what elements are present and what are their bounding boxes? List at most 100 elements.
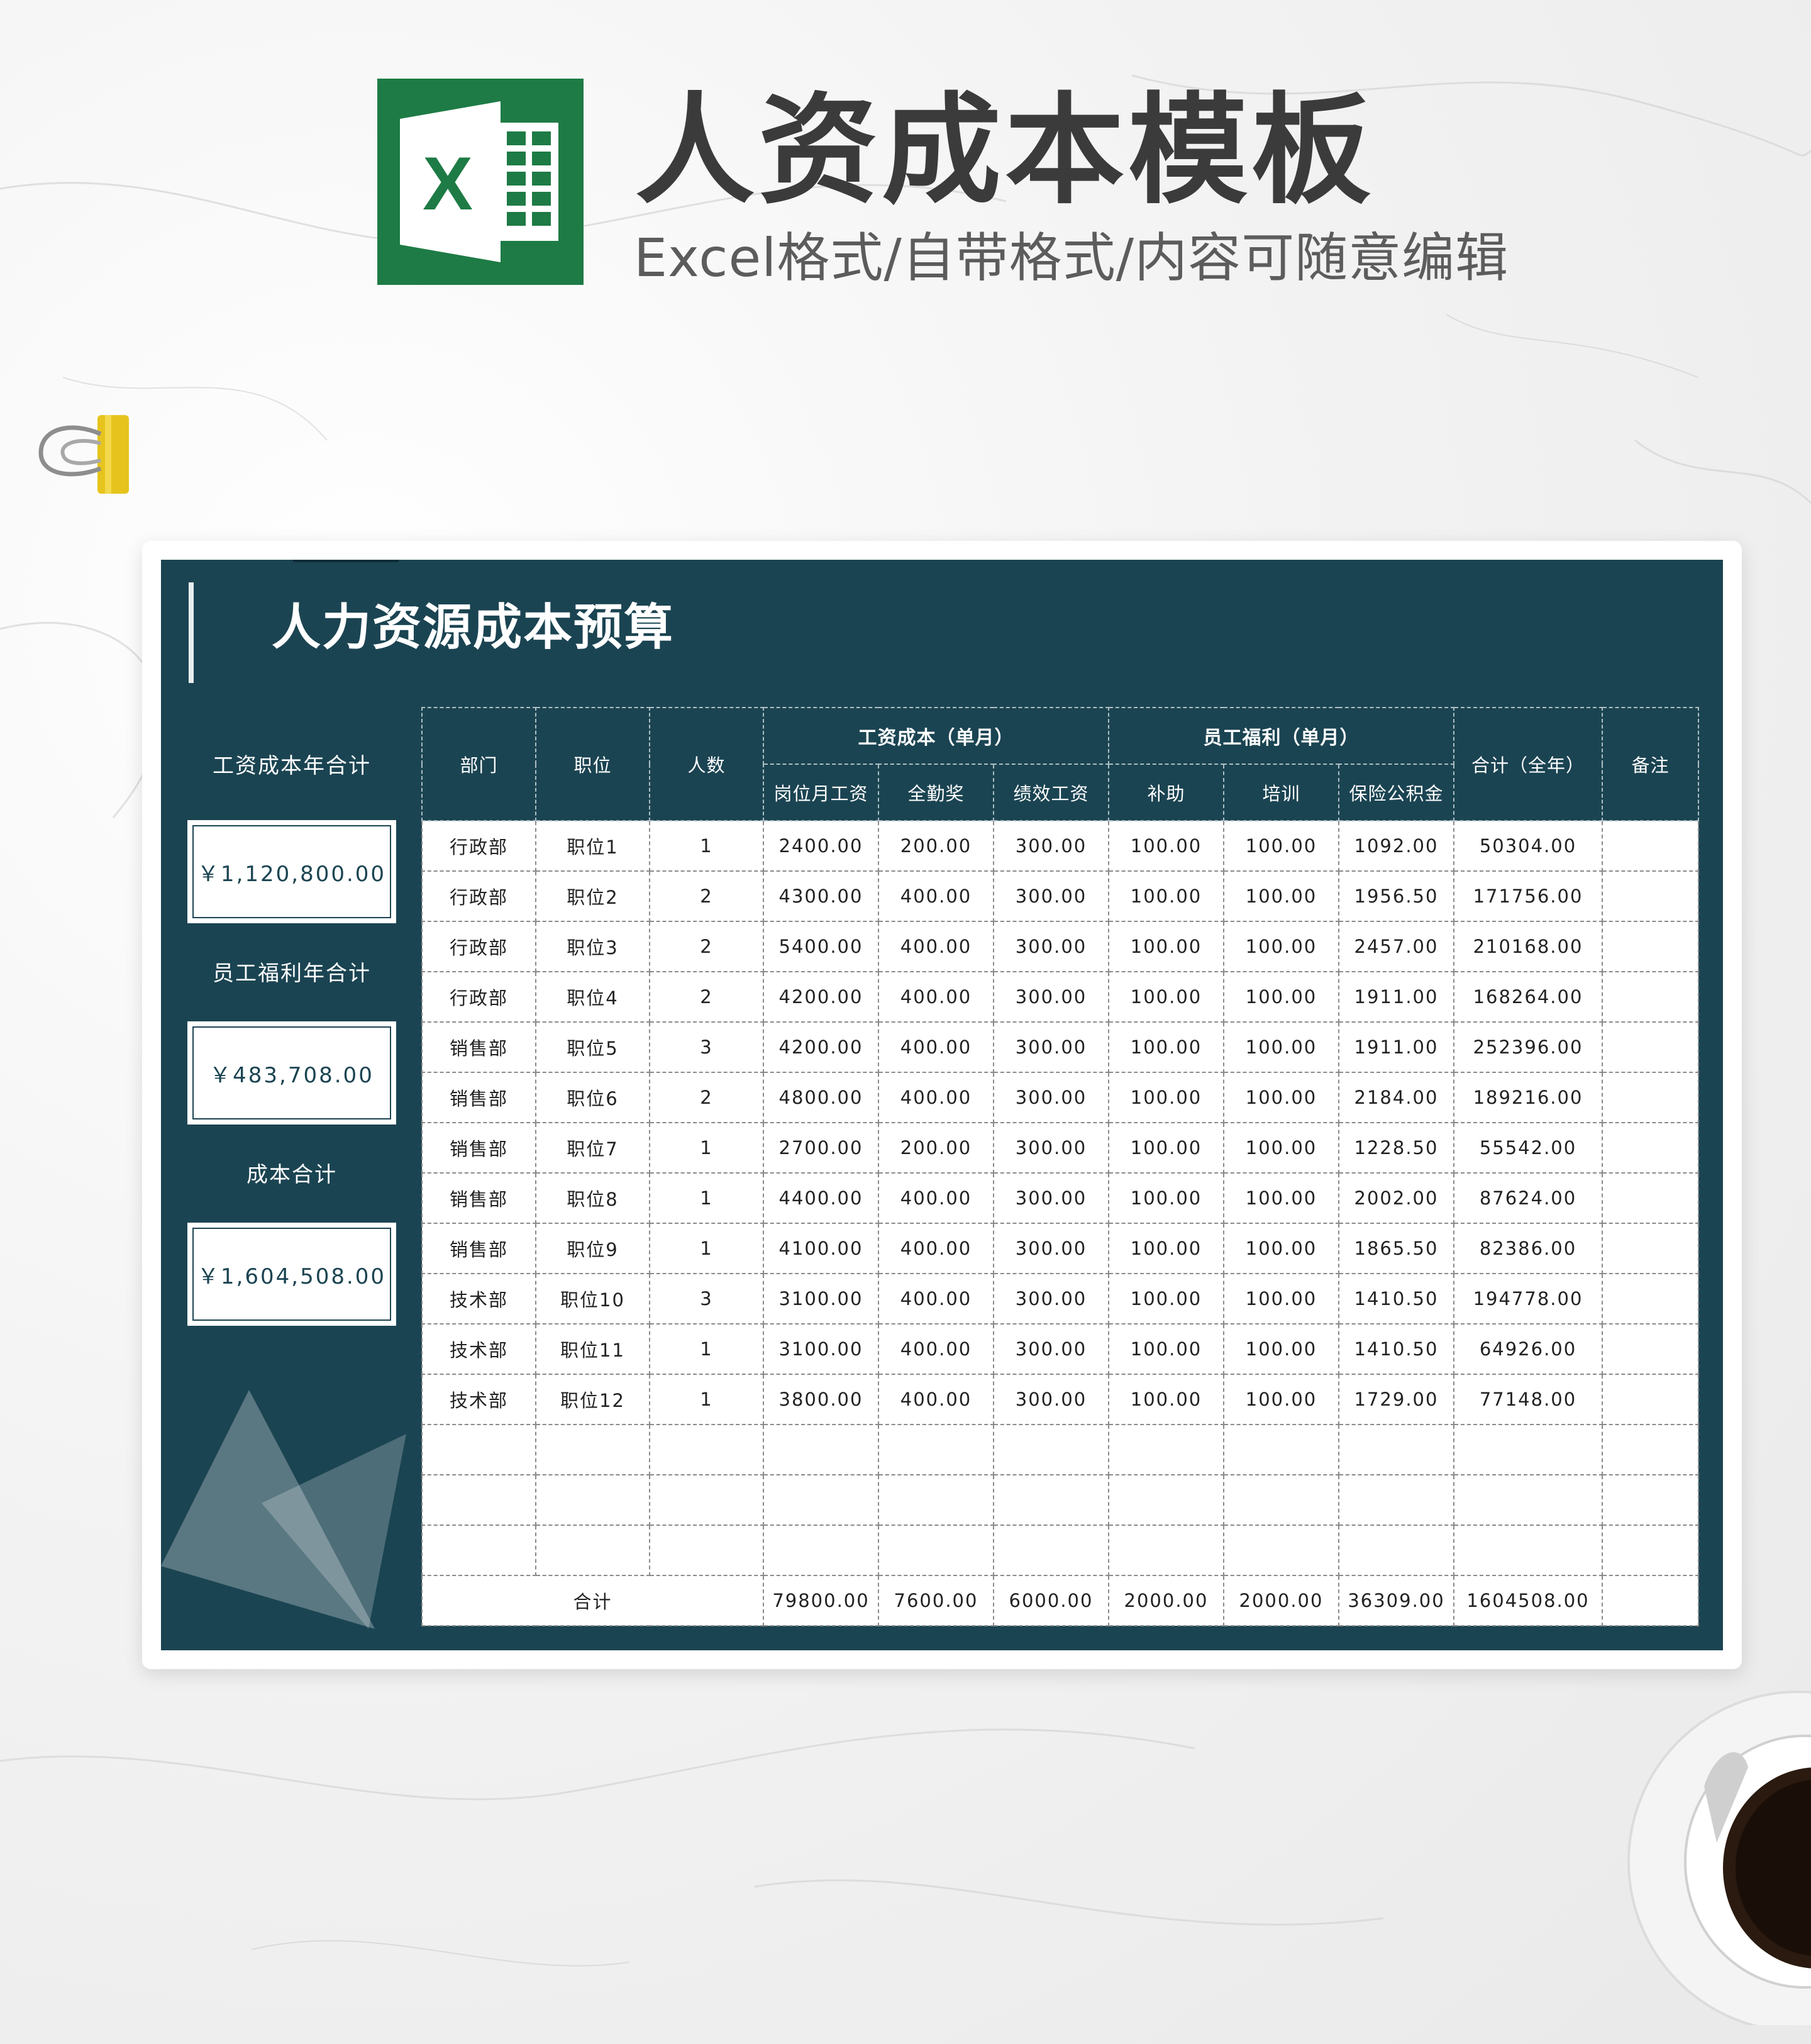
table-cell[interactable]: 400.00: [878, 921, 994, 972]
table-cell[interactable]: 400.00: [878, 1072, 994, 1123]
table-cell[interactable]: 300.00: [993, 1223, 1109, 1274]
table-cell[interactable]: 400.00: [878, 1021, 994, 1073]
table-cell[interactable]: 300.00: [993, 1122, 1109, 1174]
table-cell[interactable]: 销售部: [421, 1122, 536, 1174]
table-cell[interactable]: 3100.00: [763, 1323, 879, 1375]
table-cell[interactable]: 100.00: [1108, 1223, 1224, 1274]
table-cell[interactable]: 300.00: [993, 921, 1109, 972]
table-cell[interactable]: 技术部: [421, 1273, 536, 1325]
table-cell[interactable]: [1108, 1474, 1224, 1526]
table-cell[interactable]: 职位8: [535, 1172, 650, 1224]
table-cell[interactable]: 55542.00: [1453, 1122, 1603, 1174]
table-cell[interactable]: [1602, 1424, 1699, 1475]
table-cell[interactable]: 64926.00: [1453, 1323, 1603, 1375]
table-cell[interactable]: 252396.00: [1453, 1021, 1603, 1073]
table-cell[interactable]: 1: [649, 820, 764, 872]
table-cell[interactable]: [763, 1474, 879, 1526]
table-cell[interactable]: 100.00: [1223, 1223, 1339, 1274]
table-cell[interactable]: 300.00: [993, 1273, 1109, 1325]
table-cell[interactable]: [763, 1525, 879, 1576]
table-cell[interactable]: 2184.00: [1338, 1072, 1454, 1123]
table-cell[interactable]: 1: [649, 1223, 764, 1274]
table-cell[interactable]: 职位5: [535, 1021, 650, 1073]
table-cell[interactable]: [1602, 1122, 1699, 1174]
table-cell[interactable]: 职位12: [535, 1374, 650, 1425]
table-cell[interactable]: [878, 1474, 994, 1526]
table-cell[interactable]: 4300.00: [763, 870, 879, 922]
table-cell[interactable]: [649, 1474, 764, 1526]
total-cell[interactable]: 36309.00: [1338, 1575, 1454, 1626]
table-cell[interactable]: 300.00: [993, 820, 1109, 872]
table-cell[interactable]: 100.00: [1223, 921, 1339, 972]
table-cell[interactable]: 100.00: [1223, 1323, 1339, 1375]
table-cell[interactable]: 100.00: [1108, 870, 1224, 922]
table-cell[interactable]: 1092.00: [1338, 820, 1454, 872]
table-cell[interactable]: [1223, 1424, 1339, 1475]
table-cell[interactable]: [649, 1525, 764, 1576]
table-cell[interactable]: 1228.50: [1338, 1122, 1454, 1174]
table-cell[interactable]: 194778.00: [1453, 1273, 1603, 1325]
table-cell[interactable]: [1602, 1323, 1699, 1375]
table-cell[interactable]: 职位11: [535, 1323, 650, 1375]
table-cell[interactable]: [1602, 870, 1699, 922]
table-cell[interactable]: 100.00: [1223, 1273, 1339, 1325]
table-cell[interactable]: 100.00: [1223, 1021, 1339, 1073]
table-cell[interactable]: 168264.00: [1453, 971, 1603, 1023]
table-cell[interactable]: 189216.00: [1453, 1072, 1603, 1123]
table-cell[interactable]: 400.00: [878, 1323, 994, 1375]
table-cell[interactable]: 职位10: [535, 1273, 650, 1325]
table-cell[interactable]: [1602, 1223, 1699, 1274]
table-cell[interactable]: [1602, 1374, 1699, 1425]
table-cell[interactable]: 1911.00: [1338, 1021, 1454, 1073]
table-cell[interactable]: 82386.00: [1453, 1223, 1603, 1274]
table-cell[interactable]: 职位9: [535, 1223, 650, 1274]
table-cell[interactable]: [1602, 921, 1699, 972]
table-cell[interactable]: 300.00: [993, 1021, 1109, 1073]
table-cell[interactable]: [1223, 1474, 1339, 1526]
table-cell[interactable]: 210168.00: [1453, 921, 1603, 972]
table-cell[interactable]: [649, 1424, 764, 1475]
table-cell[interactable]: 4800.00: [763, 1072, 879, 1123]
table-cell[interactable]: 100.00: [1108, 1072, 1224, 1123]
total-cell[interactable]: 7600.00: [878, 1575, 994, 1626]
table-cell[interactable]: 2700.00: [763, 1122, 879, 1174]
table-cell[interactable]: [421, 1525, 536, 1576]
table-cell[interactable]: 3100.00: [763, 1273, 879, 1325]
table-cell[interactable]: 3: [649, 1021, 764, 1073]
table-cell[interactable]: 职位3: [535, 921, 650, 972]
table-cell[interactable]: 100.00: [1108, 971, 1224, 1023]
table-cell[interactable]: [1602, 1172, 1699, 1224]
table-cell[interactable]: 50304.00: [1453, 820, 1603, 872]
table-cell[interactable]: 职位6: [535, 1072, 650, 1123]
table-cell[interactable]: 4400.00: [763, 1172, 879, 1224]
table-cell[interactable]: [1602, 1474, 1699, 1526]
table-cell[interactable]: 行政部: [421, 820, 536, 872]
total-cell[interactable]: 79800.00: [763, 1575, 879, 1626]
table-cell[interactable]: [1223, 1525, 1339, 1576]
table-cell[interactable]: 4200.00: [763, 1021, 879, 1073]
table-cell[interactable]: 77148.00: [1453, 1374, 1603, 1425]
table-cell[interactable]: 销售部: [421, 1021, 536, 1073]
table-cell[interactable]: 销售部: [421, 1172, 536, 1224]
table-cell[interactable]: 100.00: [1108, 1172, 1224, 1224]
table-cell[interactable]: 100.00: [1108, 1021, 1224, 1073]
table-cell[interactable]: 2: [649, 921, 764, 972]
table-cell[interactable]: [1602, 1525, 1699, 1576]
table-cell[interactable]: 1410.50: [1338, 1273, 1454, 1325]
table-cell[interactable]: 1911.00: [1338, 971, 1454, 1023]
table-cell[interactable]: 2400.00: [763, 820, 879, 872]
table-cell[interactable]: 400.00: [878, 1374, 994, 1425]
table-cell[interactable]: 300.00: [993, 1374, 1109, 1425]
table-cell[interactable]: 技术部: [421, 1323, 536, 1375]
table-cell[interactable]: 400.00: [878, 1223, 994, 1274]
table-cell[interactable]: 400.00: [878, 971, 994, 1023]
table-cell[interactable]: [1338, 1424, 1454, 1475]
total-cell[interactable]: 2000.00: [1223, 1575, 1339, 1626]
table-cell[interactable]: 400.00: [878, 1172, 994, 1224]
table-cell[interactable]: 2457.00: [1338, 921, 1454, 972]
table-cell[interactable]: [535, 1474, 650, 1526]
table-cell[interactable]: 100.00: [1108, 1374, 1224, 1425]
table-cell[interactable]: 职位2: [535, 870, 650, 922]
table-cell[interactable]: 100.00: [1223, 1172, 1339, 1224]
total-cell[interactable]: 6000.00: [993, 1575, 1109, 1626]
